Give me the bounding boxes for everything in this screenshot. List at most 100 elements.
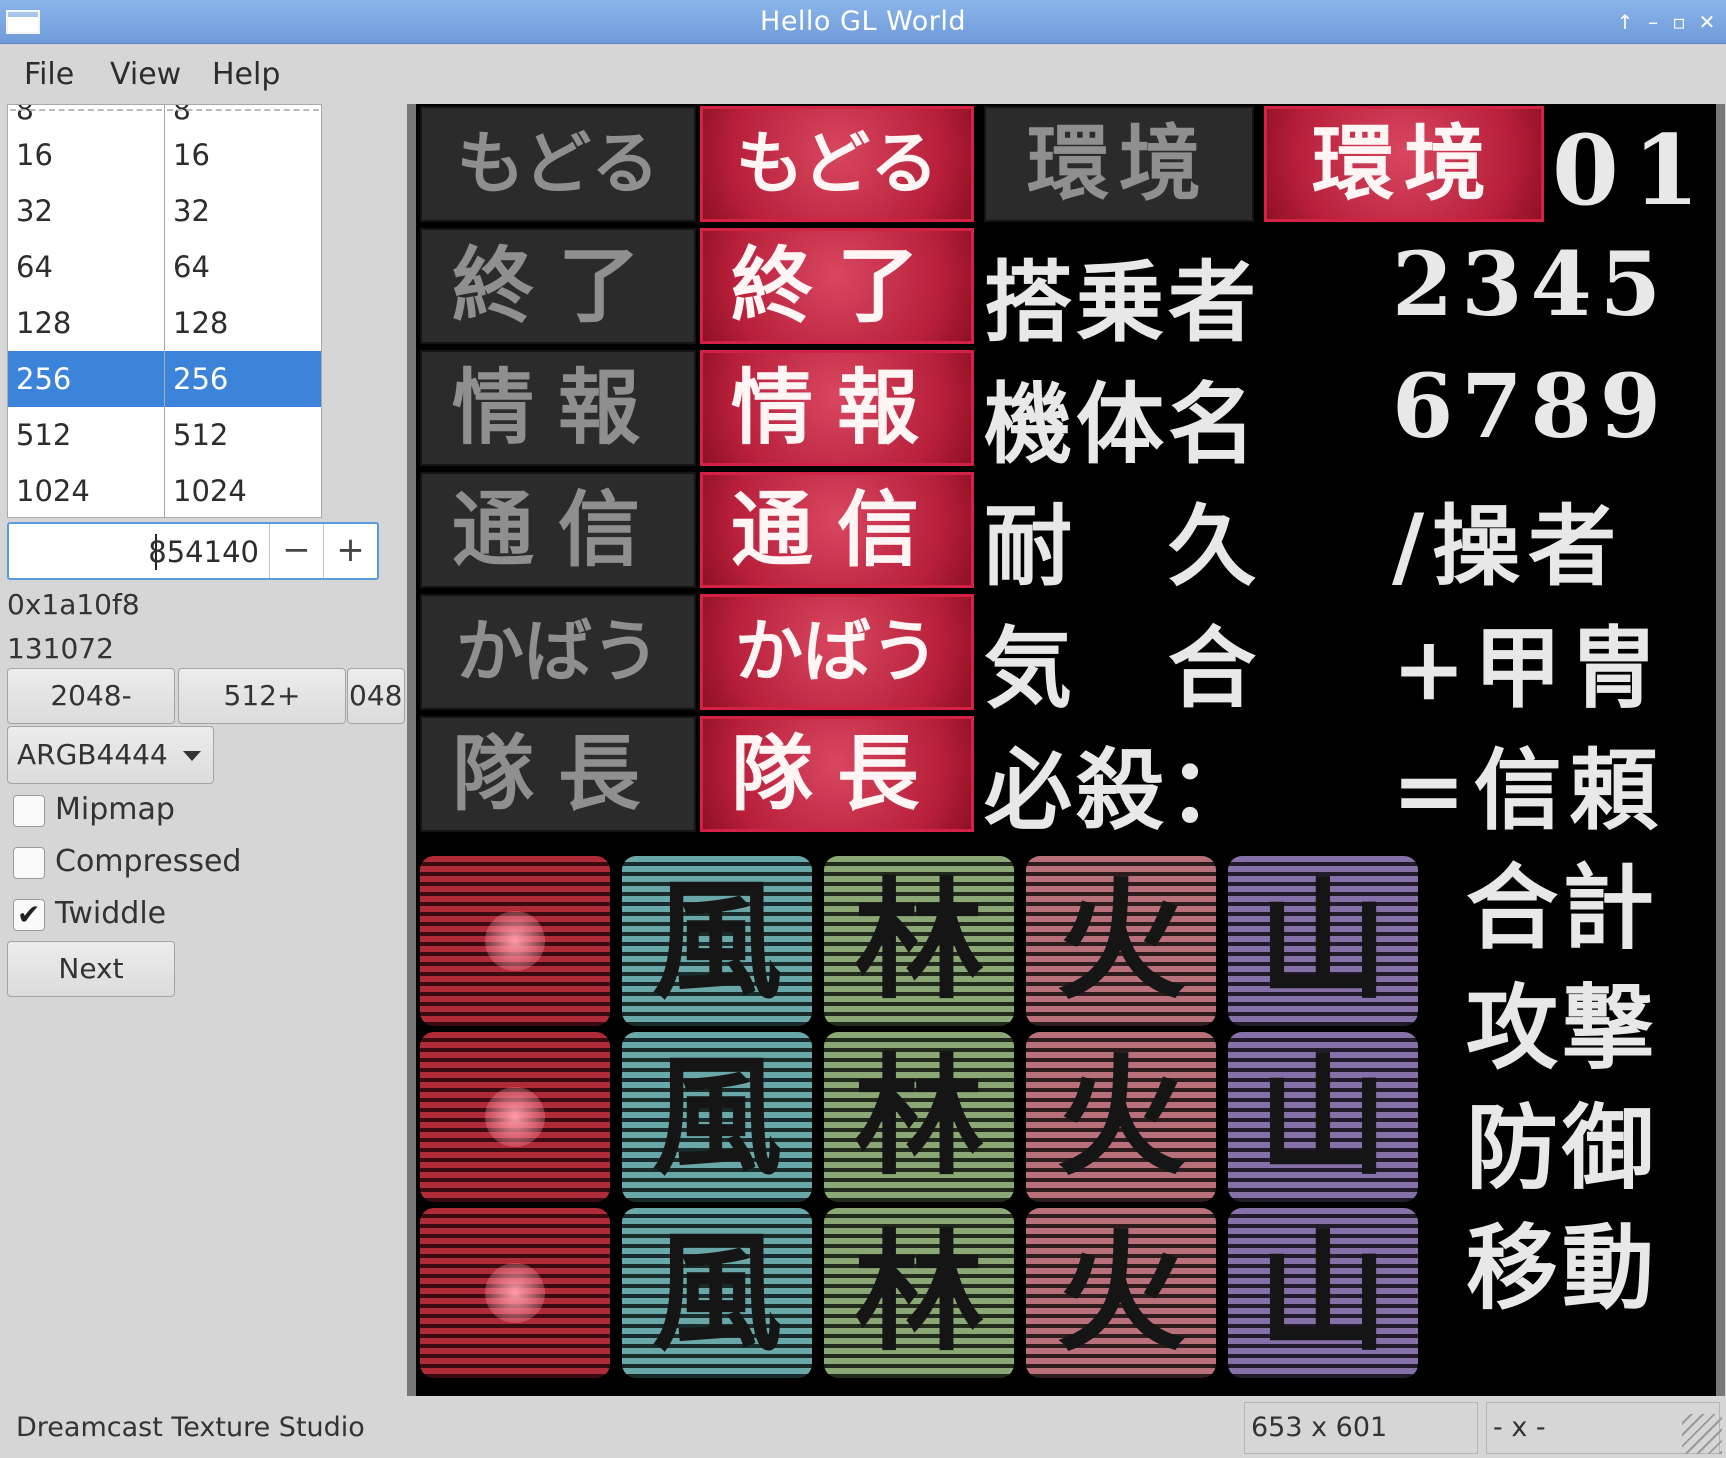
- checkbox-box[interactable]: [13, 795, 45, 827]
- list-item[interactable]: 64: [8, 239, 164, 295]
- list-item[interactable]: 32: [8, 183, 164, 239]
- mipmap-label: Mipmap: [55, 792, 175, 827]
- menu-tile-normal: 通信: [420, 472, 696, 588]
- format-selected: ARGB4444: [17, 738, 168, 771]
- glow-tile: [420, 1208, 610, 1378]
- menu-bar: File View Help: [0, 44, 1726, 102]
- menu-tile-normal: 終了: [420, 228, 696, 344]
- menu-tile-normal: かばう: [420, 594, 696, 710]
- list-item[interactable]: 256: [8, 351, 164, 407]
- env-tile-normal: 環境: [984, 106, 1254, 222]
- kanji-tile: 林: [824, 856, 1014, 1026]
- kanji-tile: 林: [824, 1208, 1014, 1378]
- decrement-button[interactable]: −: [269, 524, 323, 578]
- menu-file[interactable]: File: [24, 57, 74, 92]
- checkmark-icon: ✔: [17, 898, 41, 931]
- list-item[interactable]: 128: [8, 295, 164, 351]
- stat-label: 合計: [1466, 854, 1659, 962]
- chevron-down-icon: [183, 751, 201, 761]
- glow-tile: [420, 1032, 610, 1202]
- texture-preview[interactable]: もどる もどる 終了 終了 情報 情報 通信 通信 かばう かばう 隊長 隊長 環境 環境 01 搭乗者 234…: [416, 104, 1716, 1396]
- menu-tile-selected: もどる: [700, 106, 974, 222]
- menu-tile-selected: 隊長: [700, 716, 974, 832]
- focus-divider: [10, 109, 162, 111]
- list-item[interactable]: 16: [8, 127, 164, 183]
- label-extra: /操者: [1392, 494, 1625, 598]
- list-item[interactable]: 16: [165, 127, 321, 183]
- menu-view[interactable]: View: [110, 57, 181, 92]
- kanji-tile: 山: [1228, 1208, 1418, 1378]
- kanji-tile: 火: [1026, 1032, 1216, 1202]
- kanji-tile: 火: [1026, 856, 1216, 1026]
- label-word: 搭乗者: [984, 250, 1261, 354]
- list-item[interactable]: 512: [8, 407, 164, 463]
- kanji-tile: 風: [622, 1032, 812, 1202]
- size-label: 131072: [7, 632, 114, 665]
- offset-value[interactable]: 854140: [148, 535, 259, 569]
- status-bar: Dreamcast Texture Studio 653 x 601 - x -: [0, 1398, 1726, 1458]
- glow-spot: [485, 1087, 545, 1147]
- menu-tile-selected: 情報: [700, 350, 974, 466]
- kanji-tile: 林: [824, 1032, 1014, 1202]
- list-item-cut[interactable]: 8: [173, 105, 191, 126]
- step-forward-2048-button[interactable]: 048+: [347, 668, 405, 724]
- glow-spot: [485, 1263, 545, 1323]
- stat-label: 攻撃: [1466, 974, 1659, 1082]
- kanji-tile: 風: [622, 856, 812, 1026]
- status-app-name: Dreamcast Texture Studio: [16, 1412, 365, 1443]
- menu-tile-normal: もどる: [420, 106, 696, 222]
- label-extra: 6789: [1392, 354, 1669, 458]
- label-word: 気 合: [984, 616, 1261, 720]
- list-item[interactable]: 64: [165, 239, 321, 295]
- resize-grip-icon[interactable]: [1682, 1414, 1722, 1454]
- status-dimensions: 653 x 601: [1244, 1402, 1478, 1454]
- label-word: 必殺：: [984, 738, 1261, 842]
- menu-tile-normal: 情報: [420, 350, 696, 466]
- title-bar: Hello GL World ↑ – ▫ ✕: [0, 0, 1726, 44]
- kanji-tile: 火: [1026, 1208, 1216, 1378]
- stat-label: 移動: [1466, 1214, 1659, 1322]
- list-item[interactable]: 32: [165, 183, 321, 239]
- menu-tile-selected: 終了: [700, 228, 974, 344]
- menu-help[interactable]: Help: [212, 57, 280, 92]
- list-item[interactable]: 1024: [165, 463, 321, 517]
- menu-tile-normal: 隊長: [420, 716, 696, 832]
- list-item[interactable]: 1024: [8, 463, 164, 517]
- close-icon[interactable]: ✕: [1694, 8, 1720, 36]
- list-item-cut[interactable]: 8: [16, 105, 34, 126]
- increment-button[interactable]: +: [323, 524, 377, 578]
- list-item[interactable]: 128: [165, 295, 321, 351]
- menu-tile-selected: 通信: [700, 472, 974, 588]
- twiddle-label: Twiddle: [55, 896, 167, 931]
- list-item[interactable]: 256: [165, 351, 321, 407]
- label-word: 耐 久: [984, 494, 1261, 598]
- kanji-tile: 風: [622, 1208, 812, 1378]
- format-combobox[interactable]: ARGB4444: [7, 726, 214, 784]
- checkbox-box[interactable]: [13, 847, 45, 879]
- kanji-tile: 山: [1228, 856, 1418, 1026]
- list-item[interactable]: 512: [165, 407, 321, 463]
- step-forward-512-button[interactable]: 512+: [178, 668, 346, 724]
- focus-divider: [167, 109, 319, 111]
- height-list[interactable]: 8 16 32 64 128 256 512 1024: [164, 104, 322, 518]
- checkbox-box[interactable]: ✔: [13, 898, 45, 931]
- window-title: Hello GL World: [760, 6, 966, 37]
- label-extra: 2345: [1392, 232, 1669, 336]
- digits-01: 01: [1552, 114, 1714, 227]
- label-extra: +甲冑: [1392, 616, 1666, 720]
- glow-spot: [485, 911, 545, 971]
- keep-above-icon[interactable]: ↑: [1612, 8, 1638, 36]
- env-tile-selected: 環境: [1264, 106, 1544, 222]
- glow-tile: [420, 856, 610, 1026]
- compressed-label: Compressed: [55, 844, 242, 879]
- label-word: 機体名: [984, 372, 1261, 476]
- kanji-tile: 山: [1228, 1032, 1418, 1202]
- stat-label: 防御: [1466, 1094, 1659, 1202]
- menu-tile-selected: かばう: [700, 594, 974, 710]
- step-back-2048-button[interactable]: 2048-: [7, 668, 175, 724]
- width-list[interactable]: 8 16 32 64 128 256 512 1024: [7, 104, 165, 518]
- minimize-icon[interactable]: –: [1640, 8, 1666, 36]
- next-button[interactable]: Next: [7, 941, 175, 997]
- maximize-icon[interactable]: ▫: [1666, 8, 1692, 36]
- offset-spinbox[interactable]: 854140 − +: [7, 522, 379, 580]
